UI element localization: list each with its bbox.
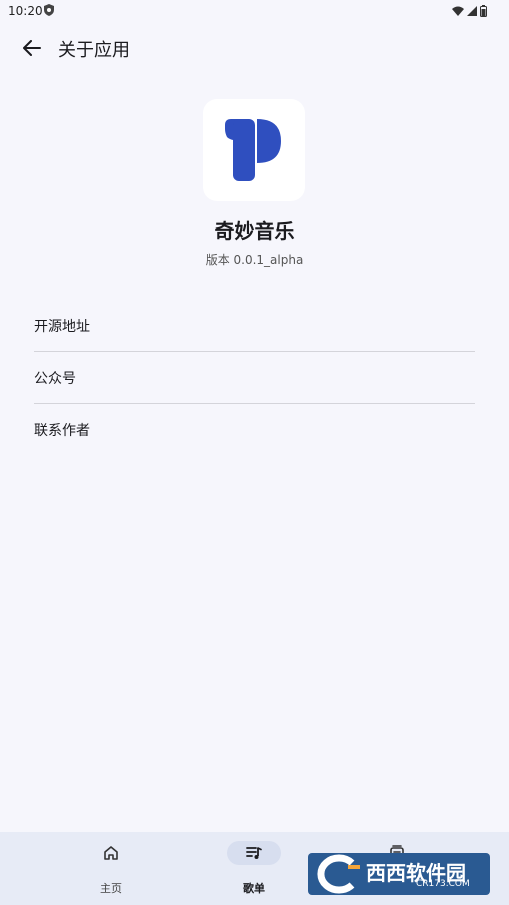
- status-icons: [452, 5, 487, 17]
- watermark: 西西软件园 CR173.COM: [308, 853, 490, 895]
- list-item-official-account[interactable]: 公众号: [34, 352, 475, 404]
- list-item-source-code[interactable]: 开源地址: [34, 300, 475, 352]
- music-app-logo: [225, 119, 281, 181]
- page-title: 关于应用: [58, 40, 130, 61]
- watermark-subtext: CR173.COM: [416, 879, 470, 889]
- list-item-contact-author[interactable]: 联系作者: [34, 404, 475, 455]
- signal-icon: [467, 6, 477, 16]
- list-item-label: 公众号: [34, 370, 76, 387]
- battery-icon: [480, 5, 487, 17]
- nav-label: 歌单: [243, 882, 265, 895]
- shield-icon: [44, 4, 54, 16]
- app-name: 奇妙音乐: [214, 219, 295, 243]
- about-list: 开源地址 公众号 联系作者: [34, 300, 475, 455]
- status-bar: 10:20: [0, 0, 509, 24]
- watermark-logo-icon: [317, 854, 360, 894]
- playlist-icon: [246, 847, 262, 859]
- app-logo: [203, 99, 305, 201]
- arrow-left-icon: [23, 40, 41, 56]
- nav-item-home[interactable]: 主页: [56, 832, 166, 905]
- app-version: 版本 0.0.1_alpha: [205, 253, 304, 267]
- nav-indicator: [227, 841, 281, 865]
- status-time: 10:20: [8, 4, 43, 18]
- nav-item-playlist[interactable]: 歌单: [199, 832, 309, 905]
- nav-label: 主页: [100, 882, 122, 895]
- list-item-label: 开源地址: [34, 318, 90, 335]
- nav-indicator: [84, 841, 138, 865]
- home-icon: [104, 846, 118, 860]
- list-item-label: 联系作者: [34, 422, 90, 439]
- back-button[interactable]: [18, 34, 46, 62]
- wifi-icon: [452, 6, 464, 16]
- top-app-bar: 关于应用: [0, 24, 509, 72]
